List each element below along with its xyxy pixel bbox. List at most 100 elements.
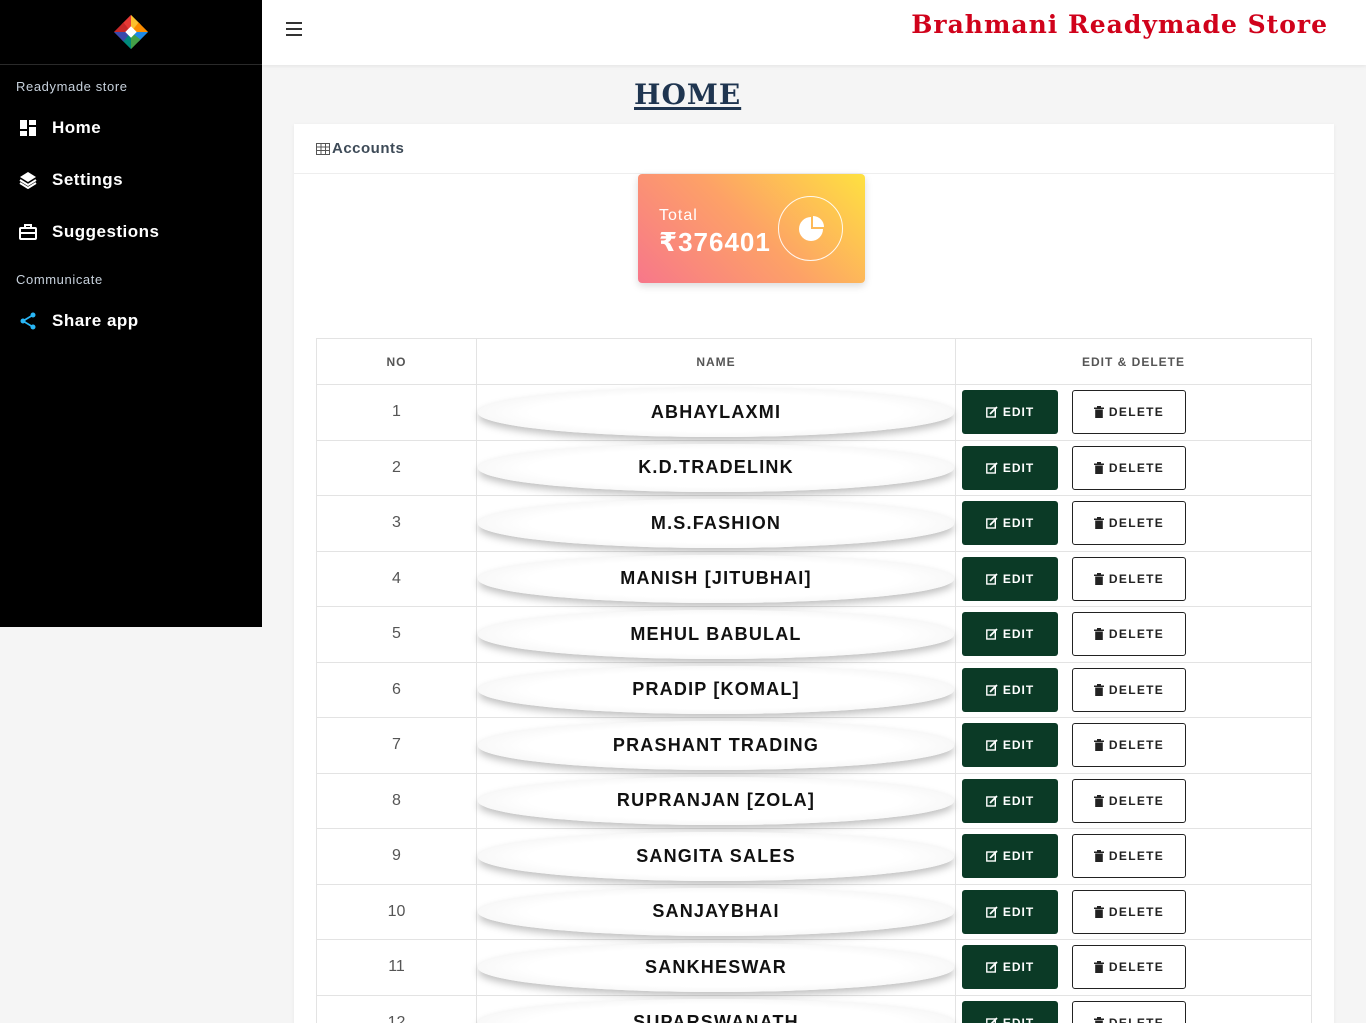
edit-button[interactable]: EDIT <box>962 667 1058 712</box>
table-row: 1 ABHAYLAXMI EDIT DELETE <box>316 384 1312 441</box>
account-name[interactable]: MANISH [JITUBHAI] <box>478 554 954 603</box>
edit-button[interactable]: EDIT <box>962 723 1058 768</box>
card-title: Accounts <box>332 140 405 157</box>
edit-label: EDIT <box>1002 682 1035 697</box>
edit-icon <box>985 406 998 418</box>
edit-button[interactable]: EDIT <box>962 778 1058 823</box>
edit-button[interactable]: EDIT <box>962 889 1058 934</box>
edit-label: EDIT <box>1002 627 1035 642</box>
edit-button[interactable]: EDIT <box>962 1000 1058 1023</box>
account-name[interactable]: RUPRANJAN [ZOLA] <box>478 776 954 825</box>
edit-button[interactable]: EDIT <box>962 390 1058 435</box>
delete-label: DELETE <box>1108 627 1165 642</box>
trash-icon <box>1093 406 1104 419</box>
sidebar-item-suggestions[interactable]: Suggestions <box>0 206 262 258</box>
account-name-cell: M.S.FASHION <box>476 495 956 552</box>
table-icon <box>316 142 330 155</box>
delete-button[interactable]: DELETE <box>1072 612 1186 657</box>
row-number: 11 <box>316 939 477 996</box>
app-logo-icon[interactable] <box>112 13 150 51</box>
edit-icon <box>985 1017 998 1023</box>
trash-icon <box>1093 961 1104 974</box>
account-name[interactable]: SANKHESWAR <box>478 943 954 992</box>
account-name-cell: RUPRANJAN [ZOLA] <box>476 772 956 829</box>
delete-label: DELETE <box>1108 516 1165 531</box>
edit-label: EDIT <box>1002 516 1035 531</box>
edit-label: EDIT <box>1002 904 1035 919</box>
actions-cell: EDIT DELETE <box>955 939 1312 996</box>
edit-label: EDIT <box>1002 571 1035 586</box>
trash-icon <box>1093 628 1104 641</box>
row-number: 4 <box>316 550 477 607</box>
trash-icon <box>1093 850 1104 863</box>
pie-chart-icon <box>778 196 843 261</box>
table-row: 2 K.D.TRADELINK EDIT DELETE <box>316 439 1312 496</box>
delete-label: DELETE <box>1108 793 1165 808</box>
delete-button[interactable]: DELETE <box>1072 889 1186 934</box>
trash-icon <box>1093 1016 1104 1023</box>
account-name[interactable]: PRASHANT TRADING <box>478 721 954 770</box>
actions-cell: EDIT DELETE <box>955 495 1312 552</box>
edit-label: EDIT <box>1002 960 1035 975</box>
row-number: 8 <box>316 772 477 829</box>
accounts-card: Accounts Total ₹376401 NO NAME EDIT & DE… <box>294 124 1334 1023</box>
account-name[interactable]: K.D.TRADELINK <box>478 443 954 492</box>
delete-button[interactable]: DELETE <box>1072 556 1186 601</box>
row-number: 10 <box>316 883 477 940</box>
share-icon <box>18 311 38 331</box>
edit-icon <box>985 684 998 696</box>
edit-button[interactable]: EDIT <box>962 945 1058 990</box>
section-label-store: Readymade store <box>16 79 128 94</box>
edit-button[interactable]: EDIT <box>962 556 1058 601</box>
account-name[interactable]: SUPARSWANATH <box>478 998 954 1023</box>
accounts-table: NO NAME EDIT & DELETE 1 ABHAYLAXMI EDIT DEL… <box>316 338 1312 1023</box>
table-header-row: NO NAME EDIT & DELETE <box>316 338 1312 385</box>
trash-icon <box>1093 517 1104 530</box>
actions-cell: EDIT DELETE <box>955 994 1312 1023</box>
sidebar-item-share-app[interactable]: Share app <box>0 295 262 347</box>
edit-label: EDIT <box>1002 405 1035 420</box>
table-row: 11 SANKHESWAR EDIT DELETE <box>316 939 1312 996</box>
account-name[interactable]: MEHUL BABULAL <box>478 610 954 659</box>
account-name[interactable]: ABHAYLAXMI <box>478 388 954 437</box>
delete-button[interactable]: DELETE <box>1072 390 1186 435</box>
edit-label: EDIT <box>1002 1015 1035 1023</box>
edit-button[interactable]: EDIT <box>962 501 1058 546</box>
account-name[interactable]: M.S.FASHION <box>478 499 954 548</box>
edit-button[interactable]: EDIT <box>962 445 1058 490</box>
delete-label: DELETE <box>1108 460 1165 475</box>
delete-label: DELETE <box>1108 571 1165 586</box>
edit-icon <box>985 739 998 751</box>
delete-button[interactable]: DELETE <box>1072 945 1186 990</box>
delete-button[interactable]: DELETE <box>1072 778 1186 823</box>
edit-icon <box>985 906 998 918</box>
account-name-cell: MEHUL BABULAL <box>476 606 956 663</box>
account-name[interactable]: PRADIP [KOMAL] <box>478 665 954 714</box>
sidebar-item-home[interactable]: Home <box>0 102 262 154</box>
store-title: Brahmani Readymade Store <box>911 10 1328 39</box>
edit-icon <box>985 628 998 640</box>
delete-button[interactable]: DELETE <box>1072 1000 1186 1023</box>
delete-button[interactable]: DELETE <box>1072 445 1186 490</box>
account-name-cell: ABHAYLAXMI <box>476 384 956 441</box>
sidebar-item-settings[interactable]: Settings <box>0 154 262 206</box>
edit-icon <box>985 961 998 973</box>
sidebar: Readymade store Home Settings Suggestion… <box>0 0 262 627</box>
edit-button[interactable]: EDIT <box>962 612 1058 657</box>
delete-button[interactable]: DELETE <box>1072 723 1186 768</box>
row-number: 6 <box>316 661 477 718</box>
sidebar-item-label: Share app <box>52 311 139 330</box>
hamburger-menu-icon[interactable] <box>286 22 304 40</box>
actions-cell: EDIT DELETE <box>955 661 1312 718</box>
edit-button[interactable]: EDIT <box>962 834 1058 879</box>
delete-button[interactable]: DELETE <box>1072 501 1186 546</box>
account-name[interactable]: SANJAYBHAI <box>478 887 954 936</box>
sidebar-item-label: Suggestions <box>52 222 160 241</box>
account-name[interactable]: SANGITA SALES <box>478 832 954 881</box>
row-number: 3 <box>316 495 477 552</box>
actions-cell: EDIT DELETE <box>955 606 1312 663</box>
delete-label: DELETE <box>1108 1015 1165 1023</box>
delete-button[interactable]: DELETE <box>1072 834 1186 879</box>
delete-button[interactable]: DELETE <box>1072 667 1186 712</box>
table-row: 9 SANGITA SALES EDIT DELETE <box>316 828 1312 885</box>
